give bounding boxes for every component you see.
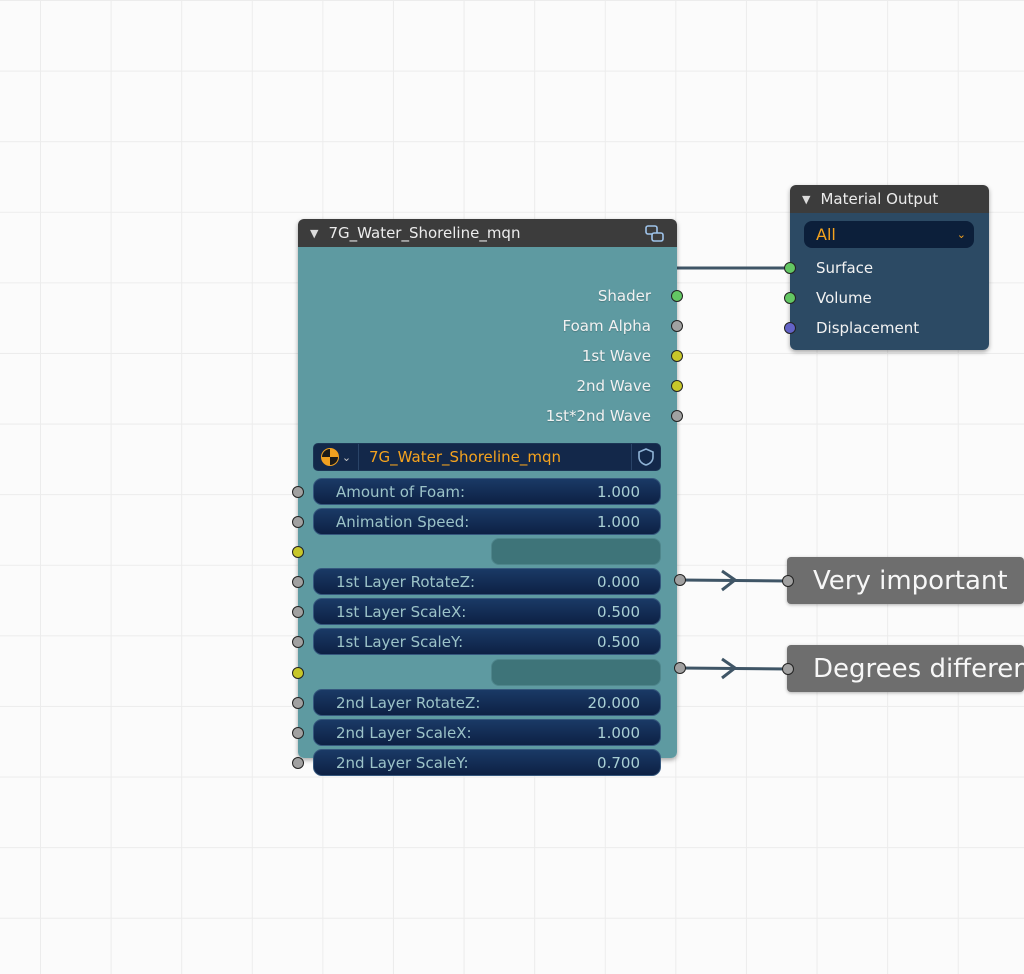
node-group-icon[interactable]	[645, 223, 665, 247]
1st-layer-rotatez-field[interactable]: 1st Layer RotateZ: 0.000	[313, 568, 661, 595]
2nd-layer-rotatez-field[interactable]: 2nd Layer RotateZ: 20.000	[313, 689, 661, 716]
input-label-displacement: Displacement	[816, 319, 920, 337]
material-output-node[interactable]: ▼ Material Output All ⌄ Surface Volume D…	[784, 185, 989, 350]
shield-icon	[638, 448, 654, 466]
output-socket-2nd-wave[interactable]	[671, 380, 683, 392]
node-group-selector[interactable]: ⌄ 7G_Water_Shoreline_mqn	[313, 443, 661, 471]
field-value: 1.000	[597, 482, 640, 501]
field-label: Animation Speed:	[336, 512, 470, 531]
collapse-arrow-icon[interactable]: ▼	[802, 193, 810, 206]
fake-user-button[interactable]	[631, 444, 660, 470]
field-label: 1st Layer RotateZ:	[336, 572, 476, 591]
group-node-body: Shader Foam Alpha 1st Wave 2nd Wave 1st*…	[292, 247, 683, 776]
input-socket-color-2[interactable]	[292, 667, 304, 679]
1st-layer-scalex-field[interactable]: 1st Layer ScaleX: 0.500	[313, 598, 661, 625]
field-value: 20.000	[587, 693, 641, 712]
color-field-1[interactable]	[491, 538, 661, 565]
input-socket-1st-layer-scalex[interactable]	[292, 606, 304, 618]
frame-degrees-difference[interactable]: Degrees difference	[787, 645, 1024, 692]
target-dropdown-value: All	[816, 225, 836, 244]
amount-of-foam-field[interactable]: Amount of Foam: 1.000	[313, 478, 661, 505]
field-label: 1st Layer ScaleX:	[336, 602, 467, 621]
input-socket-displacement[interactable]	[784, 322, 796, 334]
target-dropdown[interactable]: All ⌄	[804, 221, 974, 248]
input-label-volume: Volume	[816, 289, 872, 307]
output-socket-2nd-layer-rotatez-reroute[interactable]	[674, 662, 686, 674]
output-label-foam-alpha: Foam Alpha	[562, 317, 652, 335]
group-node-header[interactable]: ▼ 7G_Water_Shoreline_mqn	[298, 219, 677, 247]
output-socket-foam-alpha[interactable]	[671, 320, 683, 332]
field-value: 0.500	[597, 602, 640, 621]
node-group-name[interactable]: 7G_Water_Shoreline_mqn	[369, 448, 631, 466]
field-value: 0.500	[597, 632, 640, 651]
field-label: Amount of Foam:	[336, 482, 466, 501]
collapse-arrow-icon[interactable]: ▼	[310, 227, 318, 240]
output-label-1st-2nd-wave: 1st*2nd Wave	[545, 407, 651, 425]
field-label: 2nd Layer ScaleX:	[336, 723, 472, 742]
frame-very-important[interactable]: Very important	[787, 557, 1024, 604]
color-field-2[interactable]	[491, 659, 661, 686]
frame-label-text: Very important	[813, 565, 1008, 596]
field-label: 2nd Layer ScaleY:	[336, 753, 469, 772]
input-socket-1st-layer-scaley[interactable]	[292, 636, 304, 648]
output-label-1st-wave: 1st Wave	[581, 347, 651, 365]
input-socket-animation-speed[interactable]	[292, 516, 304, 528]
field-label: 2nd Layer RotateZ:	[336, 693, 481, 712]
input-socket-surface[interactable]	[784, 262, 796, 274]
group-node-title: 7G_Water_Shoreline_mqn	[328, 224, 521, 242]
material-output-body: All ⌄ Surface Volume Displacement	[784, 213, 989, 350]
material-output-header[interactable]: ▼ Material Output	[790, 185, 989, 213]
chevron-down-icon: ⌄	[956, 228, 966, 241]
input-label-surface: Surface	[816, 259, 874, 277]
output-socket-1st-2nd-wave[interactable]	[671, 410, 683, 422]
group-node[interactable]: ▼ 7G_Water_Shoreline_mqn Shader Foam Alp…	[292, 219, 683, 776]
output-socket-1st-wave[interactable]	[671, 350, 683, 362]
input-socket-2nd-layer-scaley[interactable]	[292, 757, 304, 769]
animation-speed-field[interactable]: Animation Speed: 1.000	[313, 508, 661, 535]
input-socket-amount-of-foam[interactable]	[292, 486, 304, 498]
input-socket-color-1[interactable]	[292, 546, 304, 558]
output-label-2nd-wave: 2nd Wave	[576, 377, 651, 395]
1st-layer-scaley-field[interactable]: 1st Layer ScaleY: 0.500	[313, 628, 661, 655]
node-tree-browse-button[interactable]: ⌄	[314, 444, 359, 470]
input-socket-2nd-layer-rotatez[interactable]	[292, 697, 304, 709]
field-value: 0.700	[597, 753, 640, 772]
frame-socket-very-important[interactable]	[782, 575, 794, 587]
input-socket-volume[interactable]	[784, 292, 796, 304]
field-label: 1st Layer ScaleY:	[336, 632, 464, 651]
input-socket-1st-layer-rotatez[interactable]	[292, 576, 304, 588]
output-socket-shader[interactable]	[671, 290, 683, 302]
output-label-shader: Shader	[597, 287, 651, 305]
frame-socket-degrees-difference[interactable]	[782, 663, 794, 675]
input-socket-2nd-layer-scalex[interactable]	[292, 727, 304, 739]
2nd-layer-scaley-field[interactable]: 2nd Layer ScaleY: 0.700	[313, 749, 661, 776]
frame-label-text: Degrees difference	[813, 653, 1024, 684]
field-value: 0.000	[597, 572, 640, 591]
field-value: 1.000	[597, 723, 640, 742]
chevron-down-icon: ⌄	[341, 450, 352, 464]
field-value: 1.000	[597, 512, 640, 531]
node-tree-icon	[320, 448, 339, 466]
2nd-layer-scalex-field[interactable]: 2nd Layer ScaleX: 1.000	[313, 719, 661, 746]
output-socket-1st-layer-scalex-reroute[interactable]	[674, 574, 686, 586]
material-output-title: Material Output	[820, 190, 939, 208]
